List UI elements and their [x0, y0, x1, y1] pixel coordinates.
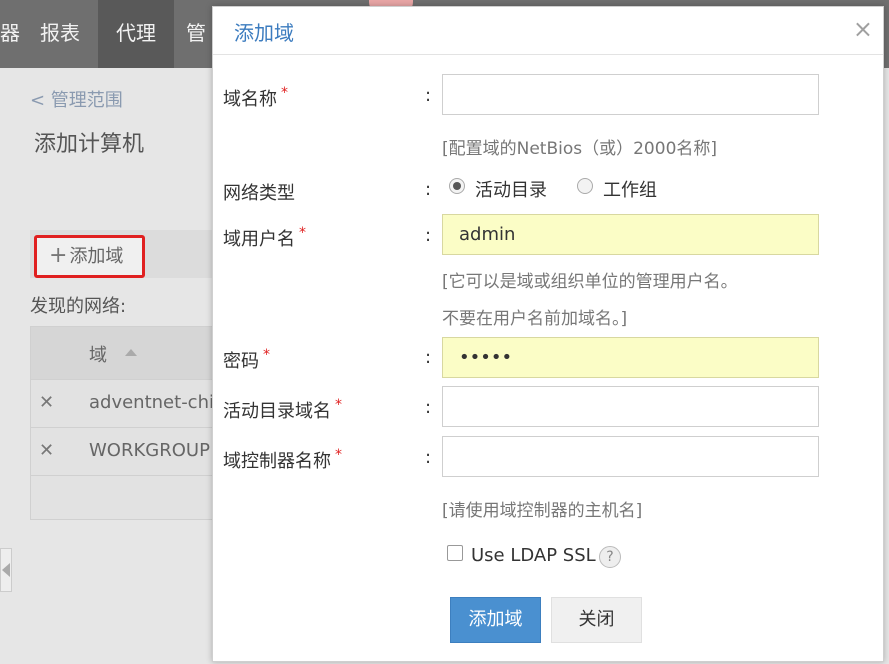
required-marker: *	[281, 85, 288, 101]
radio-active-directory[interactable]	[449, 178, 465, 194]
colon: :	[425, 397, 432, 418]
nav-item-partial[interactable]: 器	[0, 0, 20, 68]
remove-icon[interactable]: ✕	[39, 440, 54, 461]
table-cell-domain[interactable]: adventnet-chin	[89, 392, 225, 413]
password-field[interactable]	[442, 337, 819, 378]
page-title: 添加计算机	[34, 132, 145, 157]
domain-user-field[interactable]	[442, 214, 819, 255]
domain-name-hint: [配置域的NetBios（或）2000名称]	[442, 139, 718, 159]
nav-item-agent[interactable]: 代理	[98, 0, 174, 68]
radio-workgroup-label[interactable]: 工作组	[603, 176, 657, 202]
radio-workgroup[interactable]	[577, 178, 593, 194]
add-domain-button[interactable]: + 添加域	[34, 235, 145, 278]
dc-name-label: 域控制器名称 *	[223, 447, 342, 472]
dc-name-hint: [请使用域控制器的主机名]	[442, 501, 643, 521]
close-icon[interactable]: ×	[853, 15, 873, 43]
table-row: ✕ WORKGROUP	[31, 427, 219, 475]
colon: :	[425, 179, 432, 200]
required-marker: *	[263, 347, 270, 363]
table-row: ✕ adventnet-chin	[31, 379, 225, 427]
domain-name-label: 域名称 *	[223, 85, 288, 110]
colon: :	[425, 225, 432, 246]
ldap-ssl-label[interactable]: Use LDAP SSL	[471, 545, 596, 566]
add-domain-dialog: 添加域 × 域名称 * : [配置域的NetBios（或）2000名称] 网络类型…	[212, 6, 884, 662]
dialog-title: 添加域	[234, 21, 294, 45]
colon: :	[425, 85, 432, 106]
arrow-left-icon	[2, 563, 10, 577]
plus-icon: +	[49, 243, 68, 268]
domain-user-hint-line-1: [它可以是域或组织单位的管理用户名。	[442, 272, 738, 292]
nav-item-manage[interactable]: 管	[176, 0, 216, 68]
network-type-label: 网络类型	[223, 183, 295, 204]
required-marker: *	[335, 447, 342, 463]
help-icon[interactable]: ?	[599, 546, 621, 568]
nav-item-reports[interactable]: 报表	[22, 0, 98, 68]
password-label: 密码 *	[223, 347, 270, 372]
remove-icon[interactable]: ✕	[39, 392, 54, 413]
domain-user-hint-line-2: 不要在用户名前加域名。]	[442, 309, 628, 329]
found-networks-label: 发现的网络:	[30, 296, 127, 317]
ad-domain-name-label: 活动目录域名 *	[223, 397, 342, 422]
domain-table: 域 ✕ adventnet-chin ✕ WORKGROUP	[30, 326, 225, 523]
dc-name-field[interactable]	[442, 436, 819, 477]
table-cell-domain[interactable]: WORKGROUP	[89, 440, 210, 461]
table-row-empty	[31, 475, 219, 523]
colon: :	[425, 447, 432, 468]
domain-user-label: 域用户名 *	[223, 225, 306, 250]
sort-ascending-icon[interactable]	[125, 349, 137, 356]
add-domain-label: 添加域	[69, 246, 124, 267]
domain-name-field[interactable]	[442, 74, 819, 115]
colon: :	[425, 347, 432, 368]
column-header-domain[interactable]: 域	[89, 341, 107, 367]
sidebar-toggle[interactable]	[0, 548, 12, 592]
radio-active-directory-label[interactable]: 活动目录	[475, 176, 547, 202]
ldap-ssl-checkbox[interactable]	[447, 545, 463, 561]
close-button[interactable]: 关闭	[551, 597, 642, 643]
required-marker: *	[299, 225, 306, 241]
ad-domain-name-field[interactable]	[442, 386, 819, 427]
required-marker: *	[335, 397, 342, 413]
table-header: 域	[31, 327, 219, 379]
add-domain-submit-button[interactable]: 添加域	[450, 597, 541, 643]
dialog-header: 添加域 ×	[213, 7, 883, 55]
breadcrumb[interactable]: < 管理范围	[30, 86, 123, 112]
